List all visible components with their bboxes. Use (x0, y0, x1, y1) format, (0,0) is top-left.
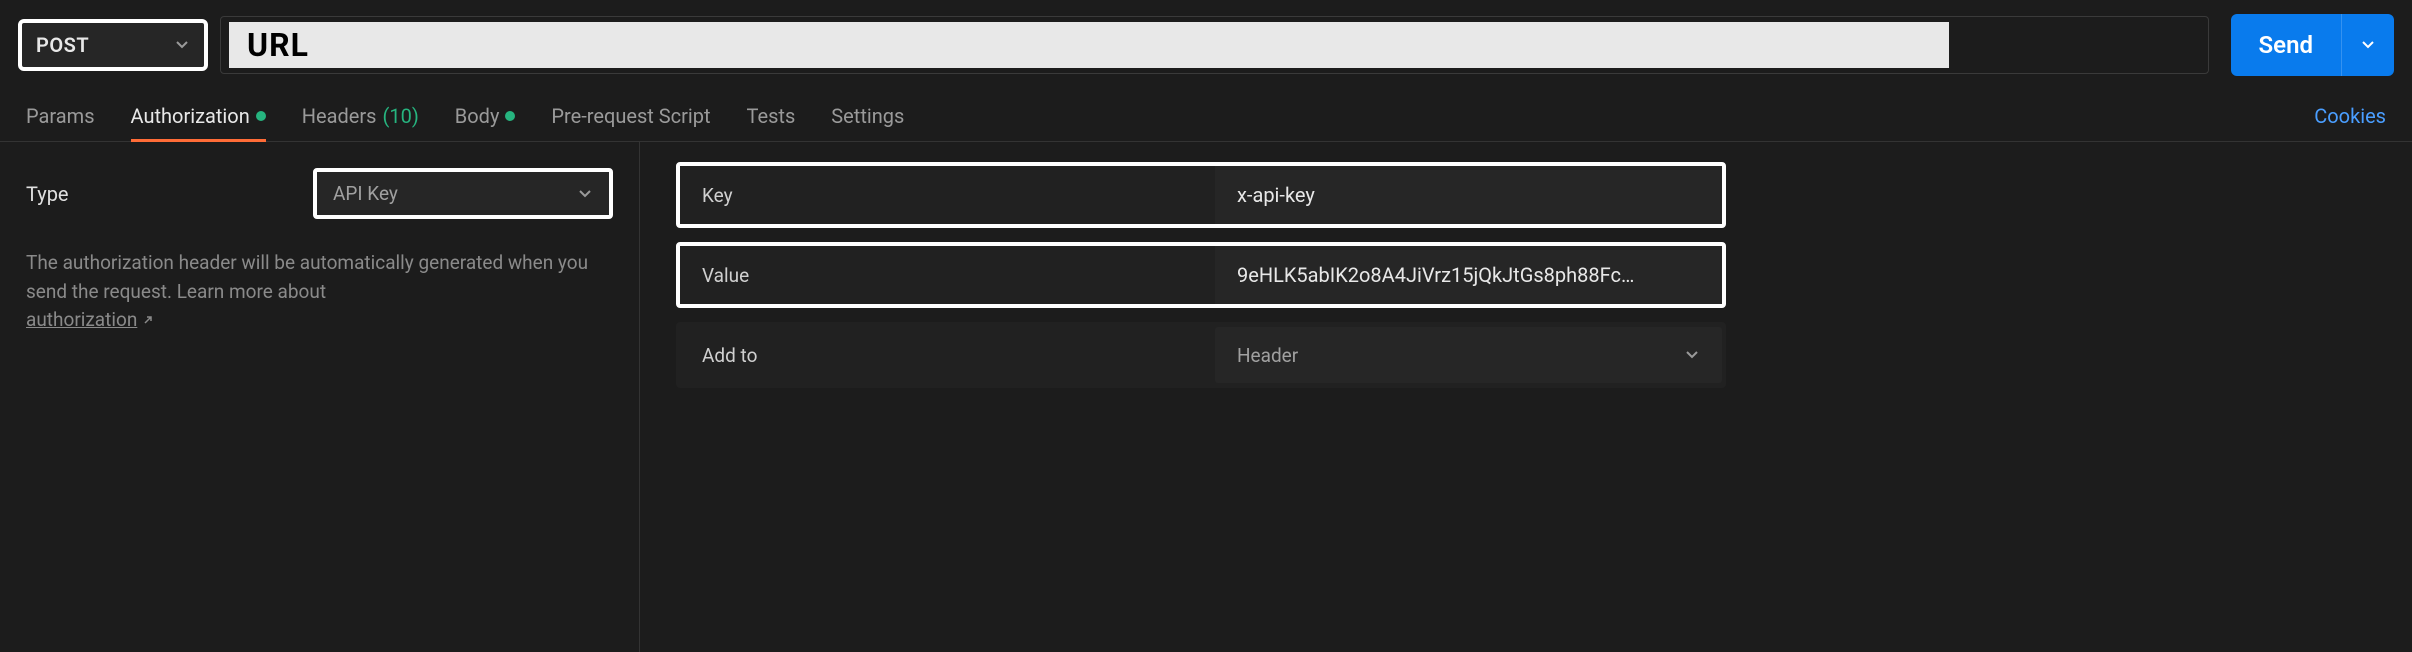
add-to-label: Add to (680, 344, 1215, 367)
chevron-down-icon (174, 37, 190, 53)
tab-tests[interactable]: Tests (747, 90, 796, 141)
tab-headers-count: (10) (383, 104, 419, 128)
request-tabs: Params Authorization Headers (10) Body P… (0, 90, 2412, 142)
chevron-down-icon (1684, 347, 1700, 363)
auth-link-text: authorization (26, 306, 137, 335)
status-dot-icon (505, 111, 515, 121)
auth-right-panel: Key x-api-key Value 9eHLK5abIK2o8A4JiVrz… (640, 142, 2412, 652)
tab-headers[interactable]: Headers (10) (302, 90, 419, 141)
tab-params-label: Params (26, 104, 95, 128)
add-to-row: Add to Header (676, 322, 1726, 388)
tab-authorization[interactable]: Authorization (131, 90, 266, 141)
tab-pre-request[interactable]: Pre-request Script (551, 90, 710, 141)
api-key-row: Key x-api-key (676, 162, 1726, 228)
http-method-dropdown[interactable]: POST (18, 19, 208, 71)
tab-headers-label: Headers (302, 104, 377, 128)
http-method-label: POST (36, 33, 89, 57)
tab-tests-label: Tests (747, 104, 796, 128)
api-value-input[interactable]: 9eHLK5abIK2o8A4JiVrz15jQkJtGs8ph88Fc… (1215, 246, 1722, 304)
auth-help-text: The authorization header will be automat… (26, 249, 613, 335)
url-input[interactable]: URL (229, 22, 1949, 68)
send-button-label: Send (2231, 14, 2341, 76)
auth-type-dropdown[interactable]: API Key (313, 168, 613, 219)
send-dropdown-chevron[interactable] (2341, 14, 2394, 76)
external-link-icon (141, 313, 155, 327)
authorization-docs-link[interactable]: authorization (26, 306, 155, 335)
tab-pre-request-label: Pre-request Script (551, 104, 710, 128)
auth-type-row: Type API Key (26, 168, 613, 219)
chevron-down-icon (577, 186, 593, 202)
add-to-dropdown[interactable]: Header (1215, 327, 1722, 383)
cookies-link[interactable]: Cookies (2314, 104, 2386, 128)
auth-left-panel: Type API Key The authorization header wi… (0, 142, 640, 652)
url-input-wrapper: URL (220, 16, 2209, 74)
auth-help-text-1: The authorization header will be automat… (26, 251, 588, 303)
tab-settings-label: Settings (831, 104, 904, 128)
tab-authorization-label: Authorization (131, 104, 250, 128)
send-button[interactable]: Send (2231, 14, 2394, 76)
api-key-input[interactable]: x-api-key (1215, 166, 1722, 224)
tab-body-label: Body (455, 104, 500, 128)
tab-body[interactable]: Body (455, 90, 516, 141)
tab-params[interactable]: Params (26, 90, 95, 141)
api-value-label: Value (680, 264, 1215, 287)
tab-settings[interactable]: Settings (831, 90, 904, 141)
auth-content: Type API Key The authorization header wi… (0, 142, 2412, 652)
api-key-label: Key (680, 184, 1215, 207)
request-bar: POST URL Send (0, 0, 2412, 90)
auth-type-value: API Key (333, 182, 398, 205)
api-value-row: Value 9eHLK5abIK2o8A4JiVrz15jQkJtGs8ph88… (676, 242, 1726, 308)
status-dot-icon (256, 111, 266, 121)
auth-type-label: Type (26, 182, 69, 206)
add-to-value: Header (1237, 344, 1298, 367)
